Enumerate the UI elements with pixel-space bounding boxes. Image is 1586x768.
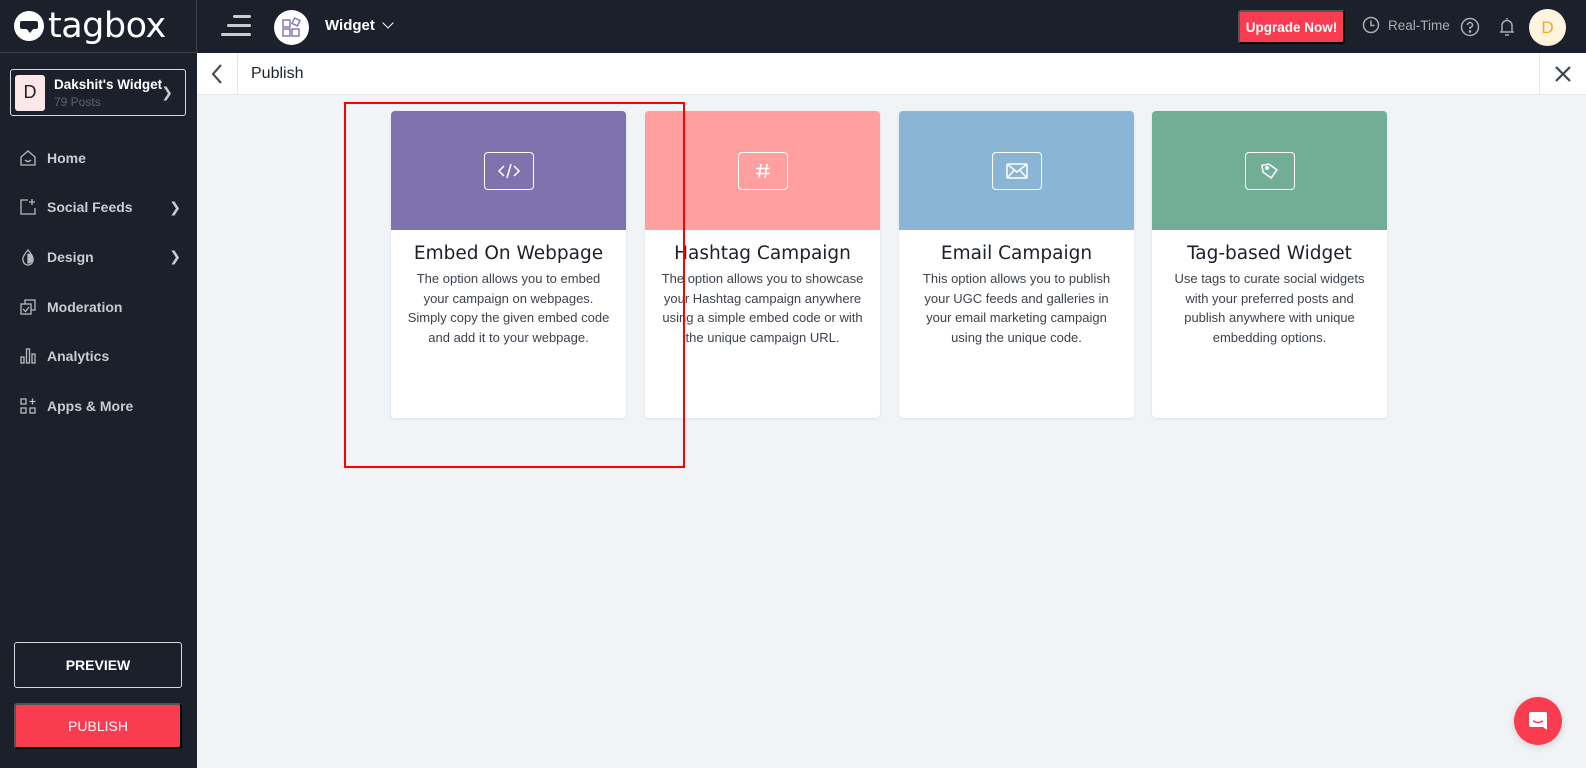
widget-selector[interactable]: D Dakshit's Widget 79 Posts ❯ (10, 69, 186, 116)
card-description: The option allows you to showcase your H… (661, 271, 864, 345)
card-title: Email Campaign (940, 243, 1093, 264)
sidebar-item-moderation[interactable]: Moderation (0, 282, 197, 332)
chat-widget-button[interactable] (1514, 697, 1562, 745)
user-avatar[interactable]: D (1529, 9, 1566, 46)
logo[interactable]: tagbox (0, 0, 197, 53)
card-header (1152, 111, 1387, 230)
bar-chart-icon (19, 347, 37, 365)
clock-icon (1362, 16, 1380, 34)
sidebar-item-label: Moderation (47, 298, 123, 315)
droplet-icon (19, 248, 37, 266)
card-title: Tag-based Widget (1187, 243, 1352, 264)
page-title: Publish (251, 65, 304, 82)
card-header (899, 111, 1134, 230)
sidebar-item-label: Home (47, 149, 86, 166)
logo-text: tagbox (48, 6, 166, 46)
top-bar: Widget Upgrade Now! Real-Time D (197, 0, 1586, 53)
card-description: This option allows you to publish your U… (922, 271, 1111, 345)
chat-icon (1529, 712, 1547, 730)
chevron-right-icon: ❯ (161, 84, 173, 100)
publish-option-tag-based-widget[interactable]: Tag-based Widget Use tags to curate soci… (1152, 111, 1387, 418)
widget-name: Dakshit's Widget (54, 76, 163, 92)
sidebar-item-label: Apps & More (47, 397, 134, 414)
card-description: The option allows you to embed your camp… (407, 271, 610, 345)
sidebar-item-label: Design (47, 248, 94, 265)
widget-avatar: D (15, 74, 45, 111)
widget-dropdown[interactable]: Widget (325, 17, 394, 34)
sidebar-item-design[interactable]: Design ❯ (0, 232, 197, 282)
envelope-icon (991, 151, 1042, 190)
close-button[interactable] (1539, 53, 1586, 94)
chevron-right-icon: ❯ (169, 198, 181, 215)
sidebar: tagbox D Dakshit's Widget 79 Posts ❯ Hom… (0, 0, 197, 768)
preview-button[interactable]: PREVIEW (14, 642, 182, 688)
chevron-left-icon (211, 63, 222, 84)
card-header (645, 111, 880, 230)
real-time-toggle[interactable]: Real-Time (1362, 16, 1450, 34)
sidebar-item-apps-more[interactable]: Apps & More (0, 381, 197, 431)
chevron-down-icon (382, 17, 394, 29)
sidebar-item-label: Social Feeds (47, 199, 133, 216)
apps-icon (19, 397, 37, 415)
moderation-icon (19, 298, 37, 316)
sidebar-item-social-feeds[interactable]: Social Feeds ❯ (0, 183, 197, 233)
sidebar-item-home[interactable]: Home (0, 133, 197, 183)
hashtag-icon (737, 151, 788, 190)
notification-bell-icon[interactable] (1497, 16, 1517, 43)
real-time-label: Real-Time (1388, 17, 1450, 33)
code-icon (483, 151, 534, 190)
page-header: Publish (197, 53, 1586, 95)
card-title: Hashtag Campaign (674, 243, 851, 264)
widget-type-icon (274, 10, 309, 45)
publish-option-hashtag-campaign[interactable]: Hashtag Campaign The option allows you t… (645, 111, 880, 418)
upgrade-now-button[interactable]: Upgrade Now! (1238, 10, 1345, 44)
close-icon (1555, 65, 1571, 82)
menu-toggle-icon[interactable] (221, 15, 251, 37)
widget-dropdown-label: Widget (325, 17, 375, 34)
add-feed-icon (19, 198, 37, 216)
back-button[interactable] (197, 53, 238, 94)
widget-post-count: 79 Posts (54, 94, 101, 109)
tag-icon (1244, 151, 1295, 190)
sidebar-item-label: Analytics (47, 348, 110, 365)
help-icon[interactable] (1460, 17, 1480, 42)
publish-option-email-campaign[interactable]: Email Campaign This option allows you to… (899, 111, 1134, 418)
publish-option-embed-webpage[interactable]: Embed On Webpage The option allows you t… (391, 111, 626, 418)
card-header (391, 111, 626, 230)
sidebar-item-analytics[interactable]: Analytics (0, 331, 197, 381)
publish-button[interactable]: PUBLISH (14, 703, 182, 749)
sidebar-nav: Home Social Feeds ❯ Design ❯ Moderation (0, 133, 197, 431)
home-icon (19, 149, 37, 167)
card-title: Embed On Webpage (413, 243, 604, 264)
card-description: Use tags to curate social widgets with y… (1174, 271, 1365, 345)
tagbox-logo-icon (14, 11, 44, 41)
chevron-right-icon: ❯ (169, 248, 181, 265)
